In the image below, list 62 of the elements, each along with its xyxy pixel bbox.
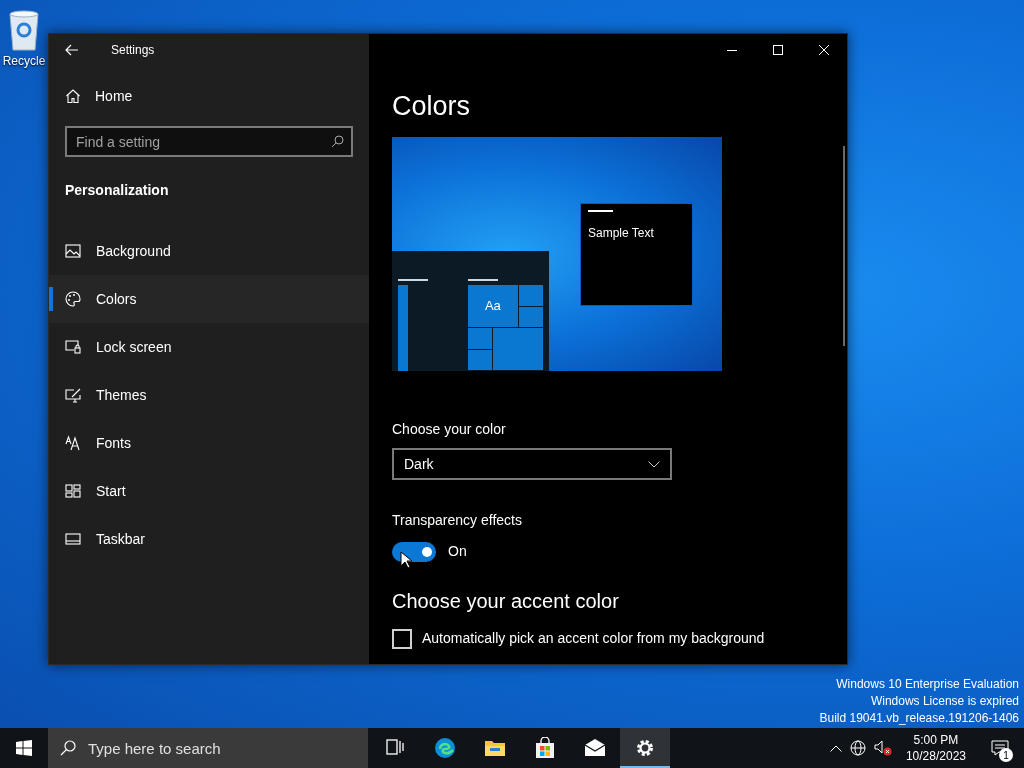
window-title: Settings — [111, 42, 155, 59]
watermark-text: Build 19041.vb_release.191206-1406 — [819, 710, 1019, 727]
preview-tile — [468, 349, 493, 370]
tiles-icon — [65, 483, 81, 499]
search-field[interactable]: Find a setting — [65, 126, 353, 157]
chevron-up-icon[interactable] — [829, 744, 842, 752]
sidebar-item[interactable]: Start — [49, 467, 369, 515]
preview-tile: Aa — [468, 285, 518, 327]
home-link[interactable]: Home — [49, 82, 369, 110]
shopping-bag-icon — [534, 737, 556, 759]
section-heading: Choose your accent color — [392, 589, 620, 614]
close-icon — [819, 45, 829, 55]
taskbar-search-field[interactable]: Type here to search — [48, 728, 368, 768]
monitor-brush-icon — [65, 387, 81, 403]
watermark-text: Windows License is expired — [870, 693, 1019, 710]
font-icon — [65, 435, 81, 451]
scrollbar[interactable] — [843, 146, 845, 346]
watermark-text: Windows 10 Enterprise Evaluation — [836, 676, 1019, 693]
toggle-state: On — [448, 542, 467, 561]
palette-icon — [65, 291, 81, 307]
envelope-icon — [584, 737, 606, 759]
section-heading: Personalization — [65, 181, 170, 200]
chevron-down-icon — [648, 460, 660, 468]
field-label: Choose your color — [392, 420, 507, 439]
search-icon — [331, 135, 344, 148]
settings-icon — [634, 737, 656, 759]
minimize-icon — [727, 49, 737, 51]
maximize-icon — [773, 45, 783, 55]
globe-icon[interactable] — [849, 740, 866, 756]
selection-indicator — [49, 287, 53, 311]
sidebar-item[interactable]: Background — [49, 227, 369, 275]
taskbar-icon — [65, 531, 81, 547]
auto-accent-checkbox[interactable] — [392, 628, 412, 649]
image-icon — [65, 243, 81, 259]
preview-tile — [518, 285, 543, 306]
windows-logo-icon — [16, 740, 32, 756]
preview-tile — [493, 328, 543, 370]
home-icon — [65, 88, 81, 104]
taskbar-app-button[interactable] — [620, 728, 670, 768]
search-icon — [60, 740, 76, 756]
sidebar-item[interactable]: Lock screen — [49, 323, 369, 371]
clock[interactable]: 5:00 PM 10/28/2023 — [899, 732, 972, 764]
desktop-icon-label: Recycle — [2, 53, 46, 70]
monitor-lock-icon — [65, 339, 81, 355]
notification-count: 1 — [999, 748, 1013, 762]
back-arrow-icon[interactable] — [65, 43, 79, 57]
preview-tile — [518, 306, 543, 327]
sample-text: Sample Text — [588, 225, 655, 242]
checkbox-label: Automatically pick an accent color from my background — [422, 629, 765, 648]
sidebar-item[interactable]: Themes — [49, 371, 369, 419]
action-center-button[interactable]: 1 — [980, 728, 1020, 768]
sidebar-item[interactable]: Colors — [49, 275, 369, 323]
preview-tile — [468, 328, 493, 349]
page-title: Colors — [392, 90, 472, 123]
active-indicator — [620, 766, 670, 768]
muted-speaker-icon[interactable] — [873, 740, 892, 756]
browser-icon — [434, 737, 456, 759]
field-label: Transparency effects — [392, 511, 523, 530]
sidebar-item[interactable]: Taskbar — [49, 515, 369, 563]
mouse-cursor-icon — [400, 551, 412, 569]
color-mode-dropdown[interactable]: Dark — [392, 448, 672, 480]
sidebar-item[interactable]: Fonts — [49, 419, 369, 467]
